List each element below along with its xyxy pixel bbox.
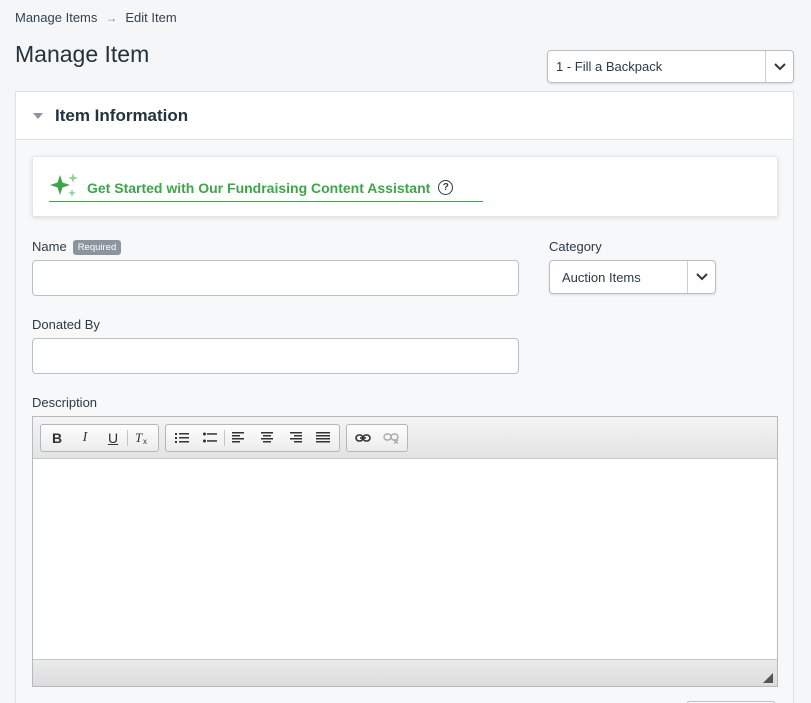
unlink-icon [377,425,405,451]
category-label: Category [549,239,602,254]
align-justify-icon[interactable] [309,425,337,451]
resize-grip-icon[interactable] [763,673,773,683]
caret-down-icon[interactable] [33,112,43,119]
assistant-card: Get Started with Our Fundraising Content… [32,156,778,217]
editor-toolbar: B I U Tx [33,417,777,459]
sparkle-icon [49,172,79,203]
required-badge: Required [72,240,122,255]
name-input[interactable] [32,260,519,296]
item-selector-value: 1 - Fill a Backpack [556,59,663,74]
name-label: Name Required [32,239,122,255]
underline-icon[interactable]: U [99,425,127,451]
chevron-down-icon[interactable] [687,261,715,293]
donated-by-input[interactable] [32,338,519,374]
align-left-icon[interactable] [225,425,253,451]
page-title: Manage Item [15,41,150,67]
breadcrumb: Manage Items → Edit Item [15,10,177,25]
svg-text:T: T [135,431,143,445]
format-group: B I U Tx [40,423,159,452]
name-label-text: Name [32,239,67,254]
item-selector-dropdown[interactable]: 1 - Fill a Backpack [547,50,794,83]
breadcrumb-edit-item: Edit Item [125,10,177,25]
editor-status-bar [33,659,777,686]
align-center-icon[interactable] [253,425,281,451]
svg-text:x: x [143,437,147,445]
bold-icon[interactable]: B [43,425,71,451]
italic-icon[interactable]: I [71,425,99,451]
editor-content-area[interactable] [33,459,777,659]
help-circle-icon[interactable]: ? [438,180,454,195]
category-dropdown[interactable]: Auction Items [549,260,716,294]
arrow-right-icon: → [105,10,118,25]
panel-title: Item Information [55,105,189,125]
align-right-icon[interactable] [281,425,309,451]
assistant-link[interactable]: Get Started with Our Fundraising Content… [49,172,483,203]
category-value: Auction Items [562,269,641,285]
assistant-label: Get Started with Our Fundraising Content… [87,179,431,196]
link-group [346,423,408,452]
link-icon[interactable] [349,425,377,451]
item-information-panel: Item Information Get Started with Our Fu… [15,91,794,703]
list-align-group [165,423,340,452]
bulleted-list-icon[interactable] [196,425,224,451]
numbered-list-icon[interactable] [168,425,196,451]
panel-header[interactable]: Item Information [16,92,793,140]
breadcrumb-manage-items[interactable]: Manage Items [15,10,97,25]
description-editor: B I U Tx [32,416,778,687]
description-label: Description [32,395,98,410]
donated-by-label: Donated By [32,317,100,332]
chevron-down-icon[interactable] [765,51,793,82]
remove-format-icon[interactable]: Tx [128,425,156,451]
